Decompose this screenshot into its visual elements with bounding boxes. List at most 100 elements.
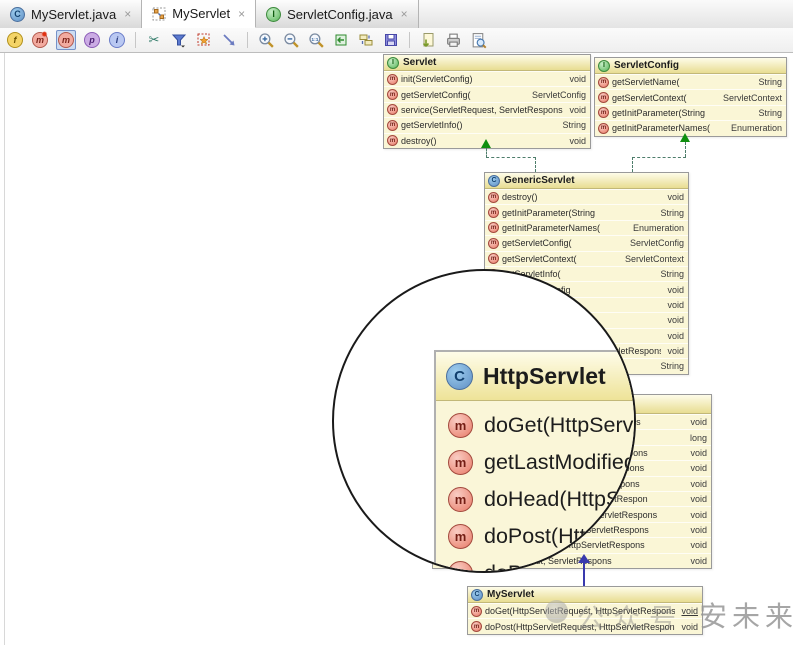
method-return-type: Enumeration: [730, 123, 782, 134]
method-row: mdoGet(HttpServletRequest, HttpServletRe…: [436, 407, 634, 444]
layout-icon: [359, 34, 373, 46]
class-node-servletconfig[interactable]: I ServletConfig m getServletName(String m get…: [594, 57, 787, 137]
watermark-signature: 安未来: [699, 601, 793, 632]
method-return-type: void: [690, 524, 707, 535]
method-return-type: void: [569, 104, 586, 115]
class-header: C MyServlet: [468, 587, 702, 603]
close-icon[interactable]: ×: [401, 7, 408, 21]
panel-divider: [4, 52, 5, 645]
show-constructors-button[interactable]: m ✹: [31, 30, 49, 49]
method-signature: destroy(): [401, 135, 437, 146]
class-name: GenericServlet: [504, 175, 575, 186]
method-row: m getServletConfig(ServletConfig: [384, 86, 590, 101]
toolbar-separator: [135, 32, 136, 48]
method-row: m destroy() void: [485, 189, 688, 204]
close-icon[interactable]: ×: [238, 7, 245, 21]
print-button[interactable]: [444, 31, 462, 49]
method-row: m getInitParameter(String String: [485, 204, 688, 219]
tab-servletconfig-java[interactable]: I ServletConfig.java ×: [256, 0, 419, 28]
preview-icon: [472, 32, 486, 48]
class-node-servlet[interactable]: I Servlet m init(ServletConfig) void m getServ…: [383, 54, 591, 149]
filter-button[interactable]: [170, 31, 188, 49]
export-button[interactable]: [419, 31, 437, 49]
method-signature: getServletName(: [612, 77, 680, 88]
realization-arrowhead: [481, 139, 491, 148]
method-signature: getServletConfig(: [401, 89, 471, 100]
method-row: m doPut(HttpServletRequest, HttpServletRe…: [436, 555, 636, 573]
method-row: m getServletContext(ServletContext: [595, 89, 786, 104]
method-signature: getServletContext(: [612, 92, 687, 103]
apply-layout-button[interactable]: [357, 31, 375, 49]
method-return-type: Enumeration: [632, 222, 684, 233]
method-row: m init(ServletConfig) void: [384, 71, 590, 86]
method-return-type: void: [690, 540, 707, 551]
method-signature: service(ServletRequest, ServletRespons: [401, 104, 563, 115]
method-row: m getServletInfo() String: [384, 117, 590, 132]
zoom-to-selection-button[interactable]: [195, 31, 213, 49]
method-icon: m: [387, 89, 398, 101]
method-return-type: void: [681, 606, 698, 617]
method-return-type: String: [660, 207, 684, 218]
method-return-type: void: [690, 478, 707, 489]
method-return-type: ServletContext: [624, 253, 684, 264]
class-header: C HttpServlet: [436, 352, 634, 401]
uml-diagram-canvas[interactable]: I Servlet m init(ServletConfig) void m getServ…: [0, 0, 793, 645]
method-signature: doHead(HttpServletRequest, HttpServletRe…: [484, 487, 634, 511]
editor-tab-bar: C MyServlet.java × MyServlet × I Servlet…: [0, 0, 793, 29]
close-icon[interactable]: ×: [124, 7, 131, 21]
tab-myservlet-diagram[interactable]: MyServlet ×: [142, 0, 257, 28]
show-inner-classes-button[interactable]: i: [108, 31, 126, 49]
zoom-out-icon: [283, 32, 299, 48]
method-return-type: void: [690, 447, 707, 458]
method-row: mdoPost(HttpServletRequest, HttpServletR…: [468, 618, 702, 633]
tab-label: ServletConfig.java: [287, 6, 393, 22]
method-list: mdoGet(HttpServletRequest, HttpServletRe…: [436, 401, 636, 573]
method-row: mdoPost(HttpServletRequest, HttpServletR…: [436, 518, 634, 555]
tab-myservlet-java[interactable]: C MyServlet.java ×: [0, 0, 143, 28]
method-row: m getServletContext(ServletContext: [485, 250, 688, 266]
selection-box-icon: [197, 33, 210, 46]
method-row: m getServletName( String: [595, 74, 786, 89]
actual-size-button[interactable]: 1:1: [307, 31, 325, 49]
method-list: m getServletName( String m getServletContext…: [595, 74, 786, 136]
method-list: m init(ServletConfig) void m getServletConfi…: [384, 71, 590, 148]
method-return-type: String: [758, 77, 782, 88]
method-icon: m: [387, 104, 398, 116]
preview-button[interactable]: [469, 31, 487, 49]
realization-edge: [632, 157, 686, 158]
method-signature: doPut(HttpServletRequest, HttpServletRes…: [484, 561, 636, 573]
save-button[interactable]: [382, 31, 400, 49]
method-list: mdoGet(HttpServletRequest, HttpServletRe…: [468, 603, 702, 634]
class-node-myservlet[interactable]: C MyServlet m doGet(HttpServletRequest, Htt…: [467, 586, 703, 635]
method-row: m getInitParameterNames(Enumeration: [485, 219, 688, 235]
realization-edge: [632, 157, 633, 172]
zoom-out-button[interactable]: [282, 31, 300, 49]
method-return-type: void: [690, 509, 707, 520]
method-signature: doGet(HttpServletRequest, HttpServletRes…: [485, 606, 676, 617]
ide-window: C MyServlet.java × MyServlet × I Servlet…: [0, 0, 793, 645]
method-row: mgetLastModified(HttpServletRequestlong: [436, 444, 634, 481]
show-fields-button[interactable]: f: [6, 31, 24, 49]
method-icon: m: [488, 222, 499, 234]
method-return-type: void: [690, 494, 707, 505]
method-return-type: void: [569, 74, 586, 85]
method-icon: m: [598, 76, 609, 88]
method-signature: doPost(HttpServletRequest, HttpServletRe…: [484, 524, 634, 548]
fit-content-button[interactable]: [332, 31, 350, 49]
method-return-type: void: [681, 621, 698, 632]
drag-mode-button[interactable]: [220, 31, 238, 49]
class-icon: C: [446, 362, 473, 390]
zoom-in-button[interactable]: [257, 31, 275, 49]
property-icon: p: [84, 32, 100, 48]
method-row: m doHead(HttpServletRequest, HttpServletR…: [436, 481, 634, 518]
show-properties-button[interactable]: p: [83, 31, 101, 49]
method-row: mdoGet(HttpServletRequest, HttpServletRe…: [468, 603, 702, 618]
printer-icon: [446, 33, 460, 47]
method-return-type: void: [690, 417, 707, 428]
show-methods-button[interactable]: m: [56, 30, 76, 50]
method-return-type: long: [689, 432, 707, 443]
class-icon: C: [488, 174, 500, 187]
export-file-icon: [422, 33, 434, 48]
method-signature: doPost(HttpServletRequest, HttpServletRe…: [485, 621, 676, 632]
edge-creation-button[interactable]: ✂: [145, 31, 163, 49]
